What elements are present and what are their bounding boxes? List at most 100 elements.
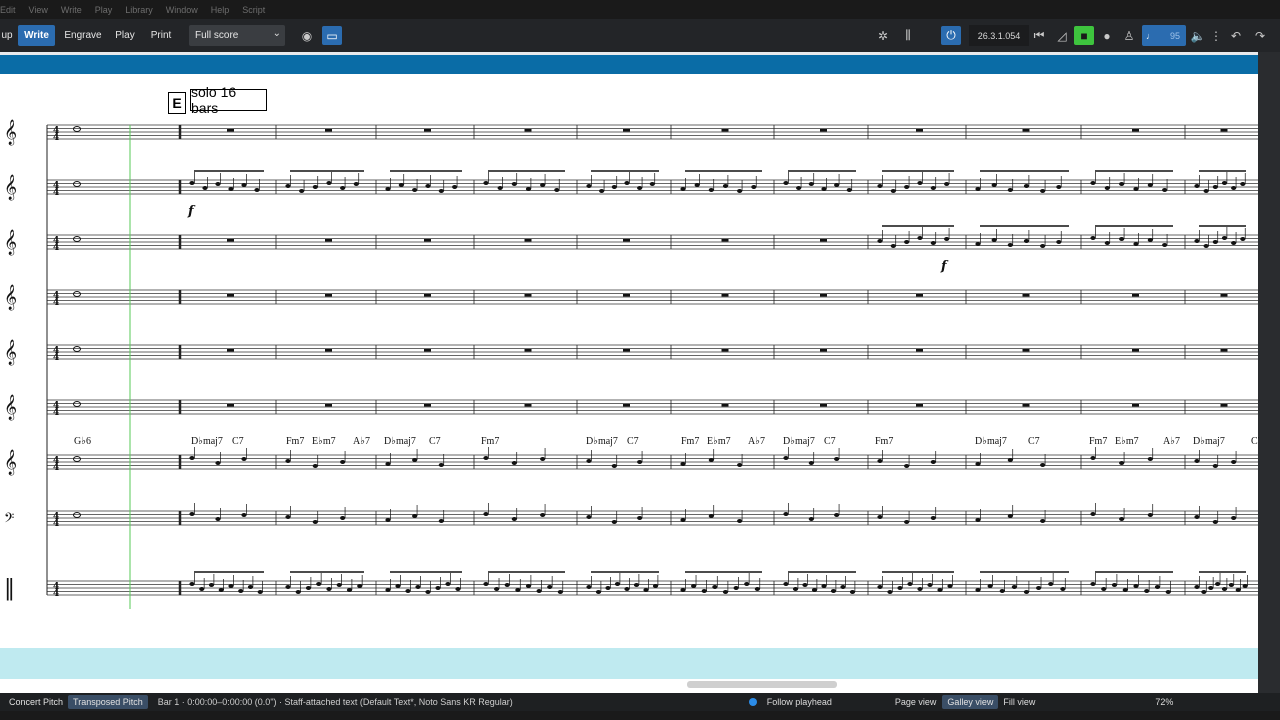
chord-symbol[interactable]: C7	[232, 436, 244, 447]
notehead	[680, 588, 686, 592]
rehearsal-mark[interactable]: E	[168, 92, 186, 114]
notehead	[783, 512, 789, 516]
redo-icon[interactable]: ↷	[1250, 26, 1270, 45]
chord-symbol[interactable]: D♭maj7	[191, 436, 223, 447]
menu-help[interactable]: Help	[211, 5, 230, 15]
chord-symbol[interactable]: C7	[824, 436, 836, 447]
whole-rest	[1022, 294, 1030, 297]
follow-playhead-toggle-icon[interactable]	[748, 698, 757, 706]
horizontal-scrollbar[interactable]	[687, 681, 837, 688]
tab-print[interactable]: Print	[146, 25, 176, 46]
score-notation[interactable]: 𝄞 44𝄞 44𝄞 44𝄞 44𝄞 44𝄞 44𝄞 44𝄢 44‖ 44ff	[0, 74, 1258, 648]
notehead	[483, 512, 489, 516]
notehead	[1221, 236, 1228, 240]
notehead	[1231, 516, 1237, 520]
chord-symbol[interactable]: Fm7	[481, 436, 499, 447]
chord-symbol[interactable]: Fm7	[1089, 436, 1107, 447]
menu-play[interactable]: Play	[95, 5, 113, 15]
zoom-value[interactable]: 72%	[1155, 697, 1173, 707]
chord-symbol[interactable]: D♭maj7	[975, 436, 1007, 447]
notehead	[340, 186, 346, 190]
notehead	[1119, 461, 1125, 465]
notehead	[1147, 457, 1153, 461]
notehead	[792, 587, 799, 591]
chord-symbol[interactable]: D♭maj7	[1193, 436, 1225, 447]
notehead	[299, 189, 305, 193]
chord-symbol[interactable]: E♭m7	[1115, 436, 1139, 447]
more-icon[interactable]: ⋮	[1206, 26, 1226, 45]
chord-symbol[interactable]: E♭m7	[312, 436, 336, 447]
notehead	[1122, 588, 1128, 592]
chord-symbol[interactable]: C7	[1028, 436, 1040, 447]
menu-window[interactable]: Window	[166, 5, 198, 15]
power-icon[interactable]: ⏻	[941, 26, 961, 45]
page-view-button[interactable]: Page view	[895, 697, 937, 707]
rewind-icon[interactable]: ⏮	[1029, 26, 1049, 45]
volume-icon[interactable]: 🔈	[1188, 26, 1208, 45]
metronome-icon[interactable]: ◿	[1052, 26, 1072, 45]
time-signature: 4	[53, 188, 59, 198]
notehead	[1133, 242, 1139, 246]
chord-symbol[interactable]: C7	[1251, 436, 1259, 447]
notehead	[425, 184, 431, 188]
galley-view-button[interactable]: Galley view	[942, 695, 999, 709]
notehead	[1147, 183, 1153, 187]
chord-symbol[interactable]: G♭6	[74, 436, 91, 447]
notehead	[652, 584, 659, 588]
chord-symbol[interactable]: Fm7	[681, 436, 699, 447]
notehead	[295, 590, 301, 594]
chord-symbol[interactable]: D♭maj7	[384, 436, 416, 447]
chord-symbol[interactable]: A♭7	[353, 436, 370, 447]
notehead	[412, 188, 418, 192]
chord-symbol[interactable]: E♭m7	[707, 436, 731, 447]
whole-rest	[820, 129, 827, 132]
notehead	[834, 183, 840, 187]
notehead	[637, 186, 643, 190]
menu-library[interactable]: Library	[125, 5, 153, 15]
notehead	[1194, 585, 1200, 589]
tab-engrave[interactable]: Engrave	[61, 25, 105, 46]
eye-icon[interactable]: ◉	[297, 26, 317, 45]
notehead	[215, 517, 221, 521]
staff-text[interactable]: solo 16 bars	[190, 84, 267, 116]
click-icon[interactable]: ♙	[1119, 26, 1139, 45]
notehead	[877, 515, 883, 519]
chord-symbol[interactable]: Fm7	[286, 436, 304, 447]
stop-icon[interactable]: ■	[1074, 26, 1094, 45]
chord-symbol[interactable]: C7	[627, 436, 639, 447]
tempo-display[interactable]: ♩ 95	[1142, 25, 1186, 46]
chord-symbol[interactable]: D♭maj7	[586, 436, 618, 447]
chord-symbol[interactable]: D♭maj7	[783, 436, 815, 447]
tabs-icon[interactable]: ▭	[322, 26, 342, 45]
menu-write[interactable]: Write	[61, 5, 82, 15]
fill-view-button[interactable]: Fill view	[1003, 697, 1035, 707]
notehead	[1011, 585, 1017, 589]
record-icon[interactable]: ●	[1097, 26, 1117, 45]
chord-symbol[interactable]: Fm7	[875, 436, 893, 447]
notehead	[1162, 188, 1168, 192]
tab-setup[interactable]: up	[0, 25, 14, 46]
notehead	[586, 585, 592, 589]
chord-symbol[interactable]: A♭7	[1163, 436, 1180, 447]
status-bar: Concert Pitch Transposed Pitch Bar 1 · 0…	[0, 693, 1280, 711]
time-signature: 4	[53, 353, 59, 363]
chord-symbol[interactable]: C7	[429, 436, 441, 447]
mixer-wheel-icon[interactable]: ✲	[873, 26, 893, 45]
layout-select[interactable]: Full score ⌄	[189, 25, 285, 46]
concert-pitch-button[interactable]: Concert Pitch	[4, 695, 68, 709]
notehead	[887, 590, 893, 594]
notehead	[1040, 244, 1046, 248]
follow-playhead-label[interactable]: Follow playhead	[767, 697, 832, 707]
undo-icon[interactable]: ↶	[1226, 26, 1246, 45]
tab-write[interactable]: Write	[18, 25, 55, 46]
menu-bar: Edit View Write Play Library Window Help…	[0, 0, 1280, 19]
transposed-pitch-button[interactable]: Transposed Pitch	[68, 695, 148, 709]
notehead	[975, 187, 981, 191]
mixer-icon[interactable]: ⫼	[898, 26, 918, 45]
menu-script[interactable]: Script	[242, 5, 265, 15]
menu-view[interactable]: View	[29, 5, 48, 15]
chord-symbol[interactable]: A♭7	[748, 436, 765, 447]
menu-edit[interactable]: Edit	[0, 5, 16, 15]
notehead	[712, 585, 718, 589]
tab-play[interactable]: Play	[111, 25, 139, 46]
